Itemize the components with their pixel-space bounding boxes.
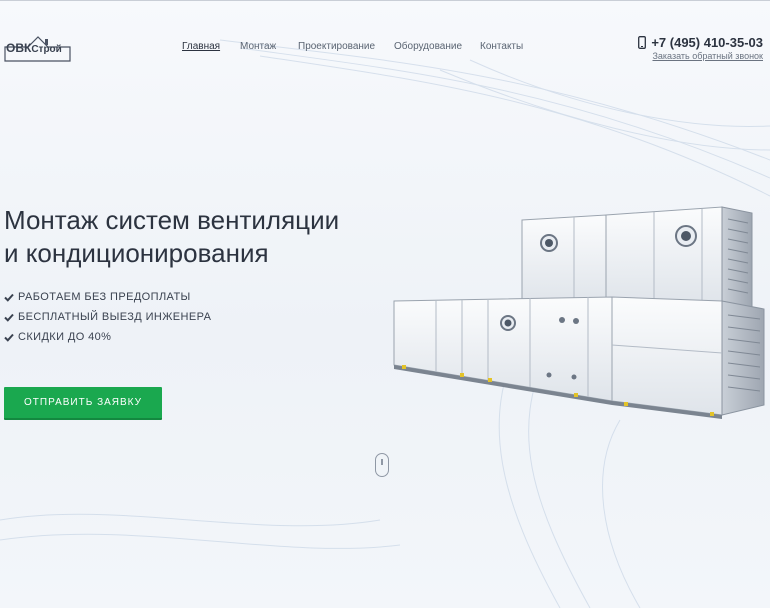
- logo-text: ОВКСтрой: [6, 41, 62, 55]
- check-icon: [4, 293, 14, 302]
- hero-title-line-2: и кондиционирования: [4, 238, 269, 268]
- nav-item-installation[interactable]: Монтаж: [240, 41, 276, 52]
- air-handling-unit-image: [393, 206, 765, 419]
- hero-title-line-1: Монтаж систем вентиляции: [4, 205, 340, 235]
- feature-item: БЕСПЛАТНЫЙ ВЫЕЗД ИНЖЕНЕРА: [4, 307, 211, 327]
- feature-text: РАБОТАЕМ БЕЗ ПРЕДОПЛАТЫ: [18, 291, 191, 303]
- check-icon: [4, 313, 14, 322]
- feature-text: БЕСПЛАТНЫЙ ВЫЕЗД ИНЖЕНЕРА: [18, 311, 212, 323]
- mobile-phone-icon: [638, 35, 647, 49]
- mouse-wheel: [381, 459, 383, 465]
- nav-item-home[interactable]: Главная: [182, 41, 220, 52]
- check-icon: [4, 333, 14, 342]
- nav-item-contacts[interactable]: Контакты: [480, 41, 523, 52]
- feature-item: РАБОТАЕМ БЕЗ ПРЕДОПЛАТЫ: [4, 287, 211, 307]
- nav-item-equipment[interactable]: Оборудование: [394, 41, 462, 52]
- mouse-scroll-icon[interactable]: [375, 453, 389, 477]
- feature-item: СКИДКИ ДО 40%: [4, 327, 211, 347]
- feature-list: РАБОТАЕМ БЕЗ ПРЕДОПЛАТЫ БЕСПЛАТНЫЙ ВЫЕЗД…: [4, 287, 211, 347]
- phone-number[interactable]: +7 (495) 410-35-03: [651, 35, 763, 50]
- nav-item-design[interactable]: Проектирование: [298, 41, 375, 52]
- hero-title: Монтаж систем вентиляции и кондициониров…: [4, 204, 384, 270]
- send-request-button[interactable]: ОТПРАВИТЬ ЗАЯВКУ: [4, 387, 162, 420]
- callback-link[interactable]: Заказать обратный звонок: [652, 51, 763, 61]
- feature-text: СКИДКИ ДО 40%: [18, 331, 112, 343]
- logo[interactable]: ОВКСтрой: [4, 33, 72, 63]
- phone-block: +7 (495) 410-35-03: [638, 33, 763, 51]
